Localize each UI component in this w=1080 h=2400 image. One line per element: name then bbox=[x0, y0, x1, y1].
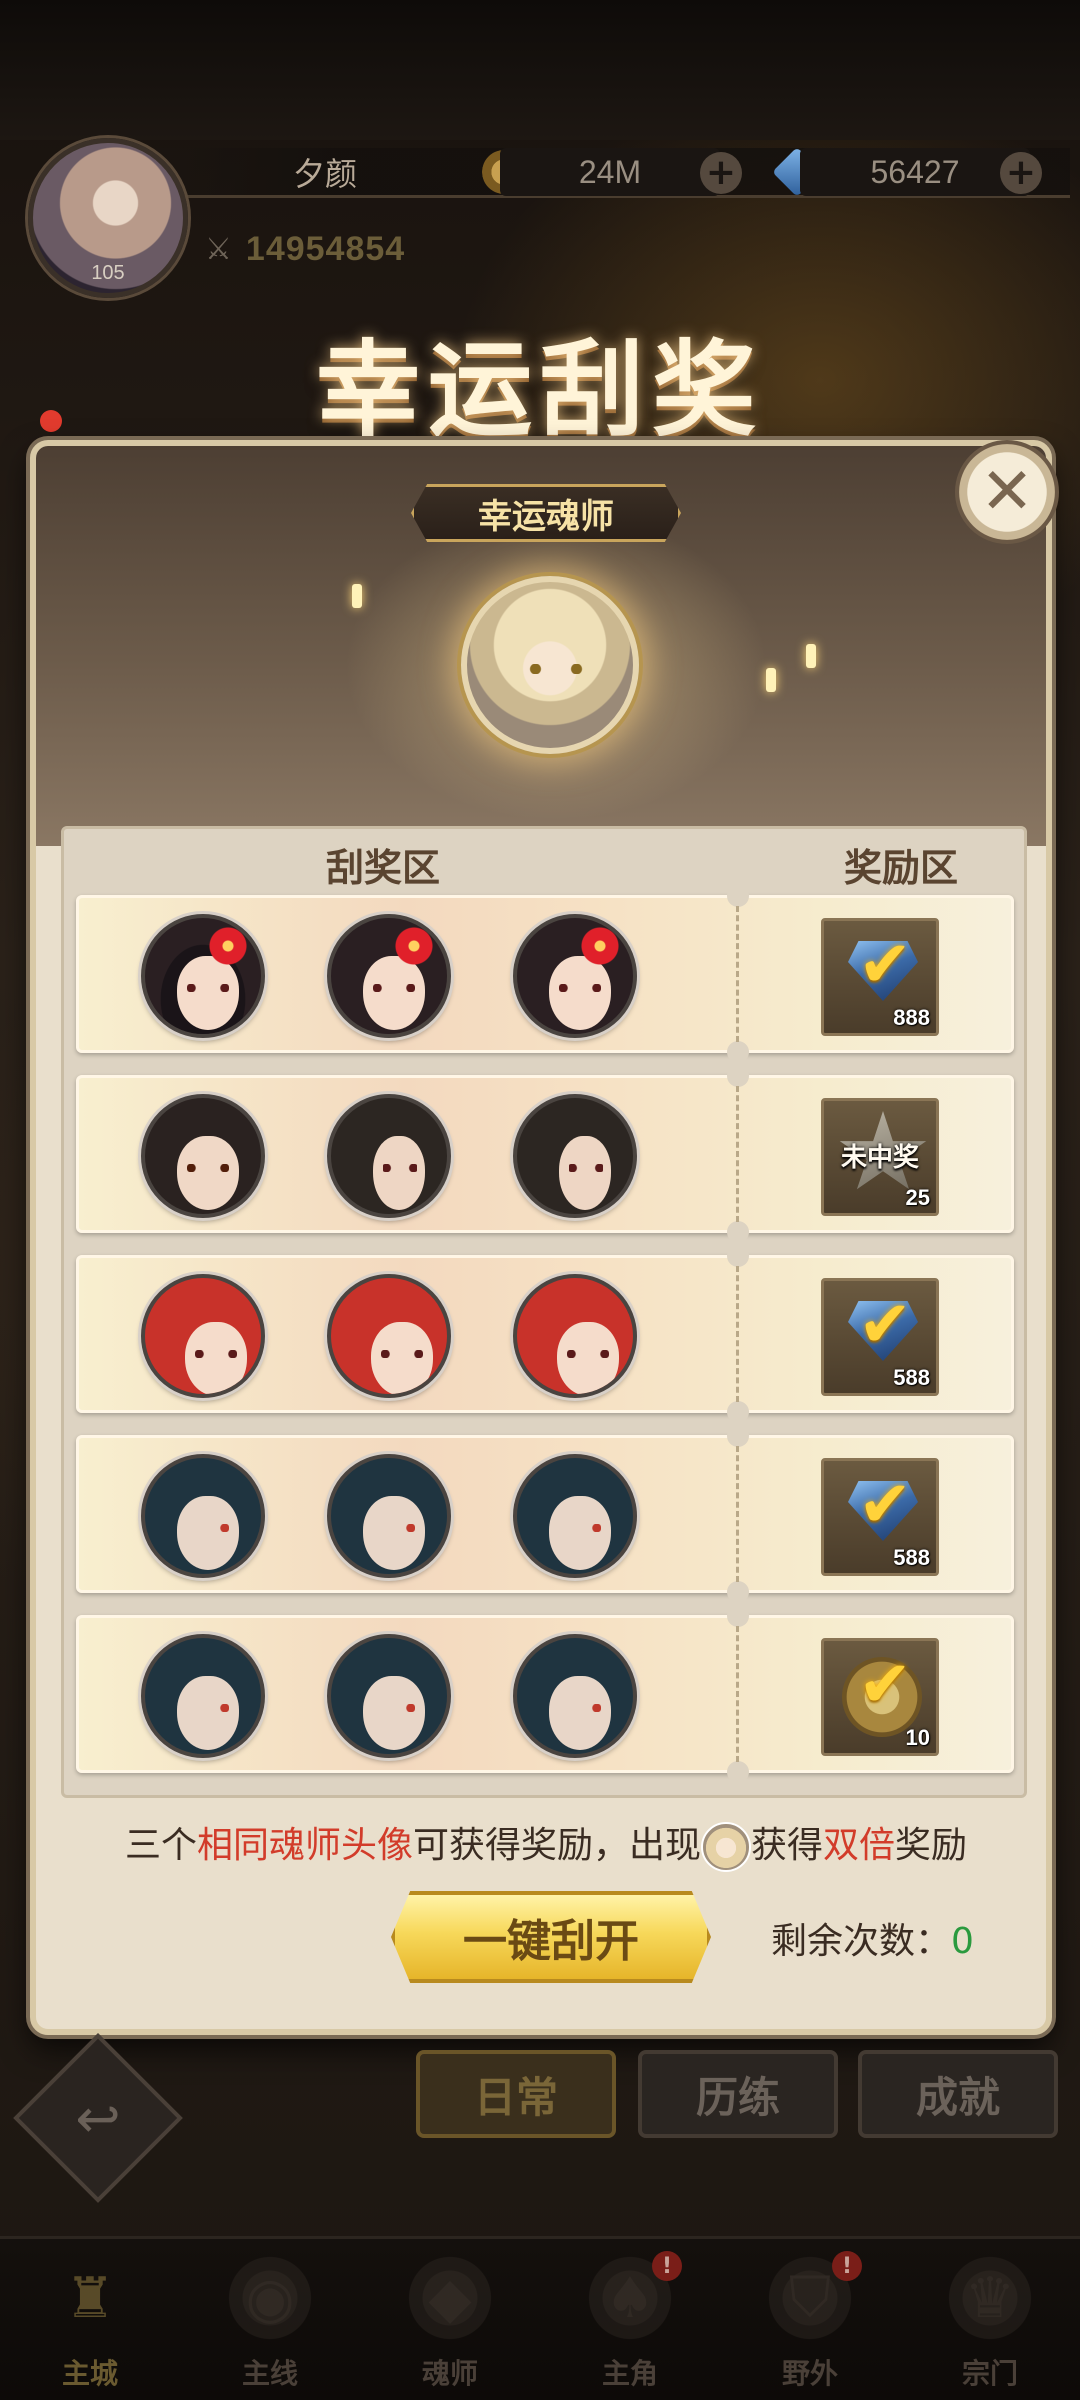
soul-master-portrait bbox=[327, 914, 451, 1038]
checkmark-icon: ✔ bbox=[858, 1468, 912, 1542]
bottom-nav: ♜ 主城 ◉ 主线 ◆ 魂师 ♠ 主角 ! ⛉ 野外 ! ♛ 宗门 bbox=[0, 2236, 1080, 2400]
remaining-label: 剩余次数： bbox=[771, 1921, 952, 1962]
diamond-amount: 56427 bbox=[800, 148, 1030, 196]
reward-slot: ✔ 888 bbox=[821, 918, 939, 1036]
reward-quantity: 588 bbox=[893, 1545, 930, 1570]
notification-badge: ! bbox=[832, 2251, 862, 2281]
sparkle-decoration bbox=[766, 668, 776, 692]
tab-training[interactable]: 历练 bbox=[638, 2050, 838, 2138]
sect-icon: ♛ bbox=[942, 2250, 1038, 2346]
checkmark-icon: ✔ bbox=[858, 928, 912, 1002]
soul-master-portrait bbox=[513, 1094, 637, 1218]
combat-power: 14954854 bbox=[245, 229, 406, 268]
return-arrow-icon: ↩ bbox=[75, 2086, 121, 2150]
featured-label-ribbon: 幸运魂师 bbox=[411, 484, 681, 542]
scratch-ticket[interactable]: ✔ 588 bbox=[76, 1425, 1014, 1603]
event-title: 幸运刮奖 bbox=[315, 328, 764, 451]
scratch-board: 刮奖区 奖励区 ✔ 888 未中奖 25 ✔ 588 ✔ 588 ✔ 10 bbox=[61, 826, 1027, 1798]
soul-master-portrait bbox=[141, 1634, 265, 1758]
reward-quantity: 25 bbox=[905, 1185, 930, 1210]
reward-quantity: 588 bbox=[893, 1365, 930, 1390]
nav-main-city[interactable]: ♜ 主城 bbox=[0, 2239, 180, 2400]
featured-avatar-mini-icon bbox=[701, 1822, 751, 1872]
mainline-icon: ◉ bbox=[222, 2250, 318, 2346]
player-level: 105 bbox=[91, 262, 125, 284]
tab-daily[interactable]: 日常 bbox=[416, 2050, 616, 2138]
soul-master-portrait bbox=[513, 1634, 637, 1758]
soul-master-portrait bbox=[141, 914, 265, 1038]
reward-slot: ✔ 588 bbox=[821, 1278, 939, 1396]
crossed-swords-icon: ⚔ bbox=[205, 231, 232, 267]
sparkle-decoration bbox=[806, 644, 816, 668]
power-row: ⚔ 14954854 bbox=[205, 225, 405, 273]
soul-master-portrait bbox=[141, 1454, 265, 1578]
scratch-all-button[interactable]: 一键刮开 bbox=[391, 1891, 711, 1983]
castle-icon: ♜ bbox=[64, 2265, 116, 2331]
featured-soul-master-avatar bbox=[461, 576, 639, 754]
scratch-area-header: 刮奖区 bbox=[326, 845, 441, 890]
add-diamond-button[interactable]: + bbox=[1000, 152, 1042, 194]
scratch-card-panel: 幸运魂师 刮奖区 奖励区 ✔ 888 未中奖 25 ✔ 588 ✔ 588 ✔ … bbox=[30, 440, 1052, 2035]
scratch-ticket[interactable]: 未中奖 25 bbox=[76, 1065, 1014, 1243]
reward-area-header: 奖励区 bbox=[844, 845, 959, 890]
soul-master-portrait bbox=[327, 1094, 451, 1218]
player-name: 夕颜 bbox=[292, 155, 357, 193]
rules-text: 三个相同魂师头像可获得奖励，出现 获得双倍奖励 bbox=[66, 1816, 1026, 1872]
remaining-attempts: 剩余次数：0 bbox=[771, 1912, 974, 1964]
scratch-ticket[interactable]: ✔ 10 bbox=[76, 1605, 1014, 1783]
soul-master-portrait bbox=[513, 914, 637, 1038]
nav-main-story[interactable]: ◉ 主线 bbox=[180, 2239, 360, 2400]
panel-header: 幸运魂师 bbox=[36, 446, 1046, 846]
soul-master-portrait bbox=[327, 1634, 451, 1758]
soulmaster-icon: ◆ bbox=[402, 2250, 498, 2346]
tab-achievements[interactable]: 成就 bbox=[858, 2050, 1058, 2138]
checkmark-icon: ✔ bbox=[858, 1288, 912, 1362]
soul-master-portrait bbox=[141, 1094, 265, 1218]
reward-quantity: 888 bbox=[893, 1005, 930, 1030]
soul-master-portrait bbox=[327, 1274, 451, 1398]
reward-slot: ✔ 588 bbox=[821, 1458, 939, 1576]
add-gold-button[interactable]: + bbox=[700, 152, 742, 194]
reward-quantity: 10 bbox=[905, 1725, 930, 1750]
soul-master-portrait bbox=[513, 1454, 637, 1578]
soul-master-portrait bbox=[513, 1274, 637, 1398]
reward-slot: ✔ 10 bbox=[821, 1638, 939, 1756]
notification-badge: ! bbox=[652, 2251, 682, 2281]
scratch-ticket[interactable]: ✔ 588 bbox=[76, 1245, 1014, 1423]
soul-master-portrait bbox=[327, 1454, 451, 1578]
remaining-count: 0 bbox=[951, 1921, 974, 1962]
nav-wild[interactable]: ⛉ 野外 ! bbox=[720, 2239, 900, 2400]
close-button[interactable]: ✕ bbox=[955, 440, 1059, 544]
reward-slot: 未中奖 25 bbox=[821, 1098, 939, 1216]
top-bar bbox=[0, 0, 1080, 140]
nav-sect[interactable]: ♛ 宗门 bbox=[900, 2239, 1080, 2400]
checkmark-icon: ✔ bbox=[858, 1648, 912, 1722]
scratch-ticket[interactable]: ✔ 888 bbox=[76, 885, 1014, 1063]
no-prize-label: 未中奖 bbox=[840, 1143, 919, 1173]
nav-soul-master[interactable]: ◆ 魂师 bbox=[360, 2239, 540, 2400]
sparkle-decoration bbox=[352, 584, 362, 608]
soul-master-portrait bbox=[141, 1274, 265, 1398]
nav-hero[interactable]: ♠ 主角 ! bbox=[540, 2239, 720, 2400]
board-header: 刮奖区 奖励区 bbox=[64, 829, 1024, 893]
gold-amount: 24M bbox=[500, 148, 720, 196]
